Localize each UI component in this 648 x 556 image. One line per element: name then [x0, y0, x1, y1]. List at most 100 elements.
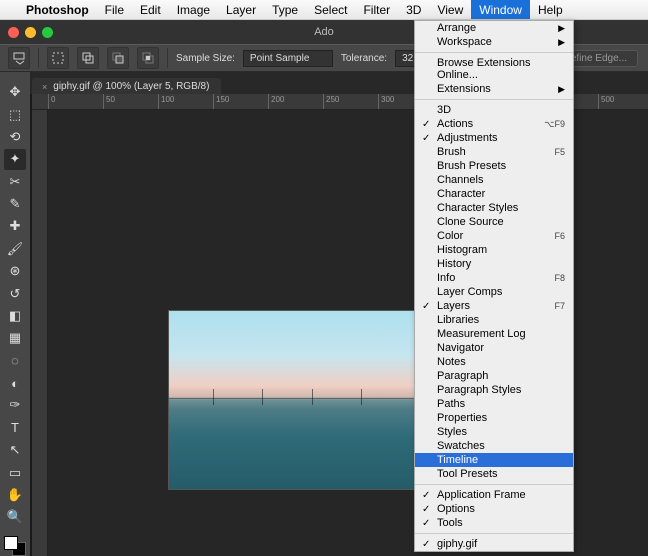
menu-item-layers[interactable]: ✓LayersF7	[415, 299, 573, 313]
menu-item-label: Info	[437, 272, 455, 284]
gradient-tool[interactable]: ▦	[4, 328, 26, 348]
menu-item-history[interactable]: History	[415, 257, 573, 271]
menu-item-label: Timeline	[437, 454, 478, 466]
menu-window[interactable]: Window	[471, 0, 530, 19]
menu-item-paragraph[interactable]: Paragraph	[415, 369, 573, 383]
menu-photoshop[interactable]: Photoshop	[18, 0, 97, 19]
menu-item-browse-extensions-online-[interactable]: Browse Extensions Online...	[415, 56, 573, 82]
menu-item-label: Character Styles	[437, 202, 518, 214]
color-swatches[interactable]	[4, 536, 26, 556]
menu-item-arrange[interactable]: Arrange▶	[415, 21, 573, 35]
menu-item-styles[interactable]: Styles	[415, 425, 573, 439]
pen-tool[interactable]: ✑	[4, 395, 26, 415]
menu-item-label: Channels	[437, 174, 483, 186]
history-brush-tool[interactable]: ↺	[4, 283, 26, 303]
menu-item-measurement-log[interactable]: Measurement Log	[415, 327, 573, 341]
ruler-tick: 150	[213, 94, 229, 109]
menu-item-clone-source[interactable]: Clone Source	[415, 215, 573, 229]
zoom-window-button[interactable]	[42, 27, 53, 38]
close-tab-icon[interactable]: ×	[42, 82, 47, 92]
tool-preset-icon[interactable]	[8, 47, 30, 69]
path-select-tool[interactable]: ↖	[4, 440, 26, 460]
menu-item-label: giphy.gif	[437, 538, 477, 550]
selection-add-icon[interactable]	[77, 47, 99, 69]
menu-item-label: Properties	[437, 412, 487, 424]
brush-tool[interactable]: 🖌	[4, 239, 26, 259]
menu-filter[interactable]: Filter	[355, 0, 398, 19]
type-tool[interactable]: T	[4, 418, 26, 438]
menu-item-info[interactable]: InfoF8	[415, 271, 573, 285]
selection-intersect-icon[interactable]	[137, 47, 159, 69]
menu-help[interactable]: Help	[530, 0, 571, 19]
menu-edit[interactable]: Edit	[132, 0, 169, 19]
menu-item-label: Workspace	[437, 36, 492, 48]
menu-item-brush-presets[interactable]: Brush Presets	[415, 159, 573, 173]
close-window-button[interactable]	[8, 27, 19, 38]
menu-item-application-frame[interactable]: ✓Application Frame	[415, 488, 573, 502]
menu-item-tools[interactable]: ✓Tools	[415, 516, 573, 530]
zoom-tool[interactable]: 🔍	[4, 507, 26, 527]
menu-type[interactable]: Type	[264, 0, 306, 19]
menu-item-character-styles[interactable]: Character Styles	[415, 201, 573, 215]
submenu-arrow-icon: ▶	[558, 37, 565, 48]
menu-item-channels[interactable]: Channels	[415, 173, 573, 187]
blur-tool[interactable]: ◌	[4, 351, 26, 371]
ruler-vertical[interactable]	[32, 110, 48, 556]
menu-item-workspace[interactable]: Workspace ▶	[415, 35, 573, 49]
menu-shortcut: F6	[554, 231, 565, 241]
magic-wand-tool[interactable]: ✦	[4, 149, 26, 169]
document-tab[interactable]: × giphy.gif @ 100% (Layer 5, RGB/8)	[32, 78, 221, 94]
menu-item-giphy-gif[interactable]: ✓giphy.gif	[415, 537, 573, 551]
menu-item-navigator[interactable]: Navigator	[415, 341, 573, 355]
move-tool[interactable]: ✥	[4, 82, 26, 102]
dodge-tool[interactable]: ◐	[4, 373, 26, 393]
menu-item-paragraph-styles[interactable]: Paragraph Styles	[415, 383, 573, 397]
menu-item-extensions[interactable]: Extensions▶	[415, 82, 573, 96]
ruler-tick: 0	[48, 94, 55, 109]
menu-item-histogram[interactable]: Histogram	[415, 243, 573, 257]
menu-item-brush[interactable]: BrushF5	[415, 145, 573, 159]
menu-layer[interactable]: Layer	[218, 0, 264, 19]
hand-tool[interactable]: ✋	[4, 485, 26, 505]
window-menu-dropdown: Arrange▶Workspace ▶ Browse Extensions Onli…	[414, 20, 574, 552]
heal-tool[interactable]: ✚	[4, 216, 26, 236]
menu-image[interactable]: Image	[169, 0, 218, 19]
eraser-tool[interactable]: ◧	[4, 306, 26, 326]
menu-view[interactable]: View	[429, 0, 471, 19]
menu-item-properties[interactable]: Properties	[415, 411, 573, 425]
menu-item-label: Clone Source	[437, 216, 504, 228]
menu-file[interactable]: File	[97, 0, 132, 19]
menu-item-color[interactable]: ColorF6	[415, 229, 573, 243]
document-image[interactable]	[168, 310, 416, 490]
menu-item-adjustments[interactable]: ✓Adjustments	[415, 131, 573, 145]
menu-item-layer-comps[interactable]: Layer Comps	[415, 285, 573, 299]
minimize-window-button[interactable]	[25, 27, 36, 38]
menu-item-tool-presets[interactable]: Tool Presets	[415, 467, 573, 481]
menu-item-character[interactable]: Character	[415, 187, 573, 201]
menu-item-options[interactable]: ✓Options	[415, 502, 573, 516]
menu-item-notes[interactable]: Notes	[415, 355, 573, 369]
menu-item-swatches[interactable]: Swatches	[415, 439, 573, 453]
sample-size-select[interactable]: Point Sample	[243, 50, 333, 67]
selection-new-icon[interactable]	[47, 47, 69, 69]
menu-select[interactable]: Select	[306, 0, 355, 19]
rect-marquee-tool[interactable]: ⬚	[4, 104, 26, 124]
ruler-tick: 250	[323, 94, 339, 109]
menu-item-timeline[interactable]: Timeline	[415, 453, 573, 467]
eyedropper-tool[interactable]: ✎	[4, 194, 26, 214]
clone-tool[interactable]: ⊛	[4, 261, 26, 281]
menu-item-3d[interactable]: 3D	[415, 103, 573, 117]
lasso-tool[interactable]: ⟲	[4, 127, 26, 147]
menu-item-label: Navigator	[437, 342, 484, 354]
selection-subtract-icon[interactable]	[107, 47, 129, 69]
menu-item-libraries[interactable]: Libraries	[415, 313, 573, 327]
menu-item-paths[interactable]: Paths	[415, 397, 573, 411]
menu-item-label: Tool Presets	[437, 468, 498, 480]
menu-3d[interactable]: 3D	[398, 0, 429, 19]
crop-tool[interactable]: ✂	[4, 172, 26, 192]
menu-item-label: Swatches	[437, 440, 485, 452]
menu-item-label: History	[437, 258, 471, 270]
menu-item-label: Character	[437, 188, 485, 200]
rectangle-tool[interactable]: ▭	[4, 462, 26, 482]
menu-item-actions[interactable]: ✓Actions⌥F9	[415, 117, 573, 131]
